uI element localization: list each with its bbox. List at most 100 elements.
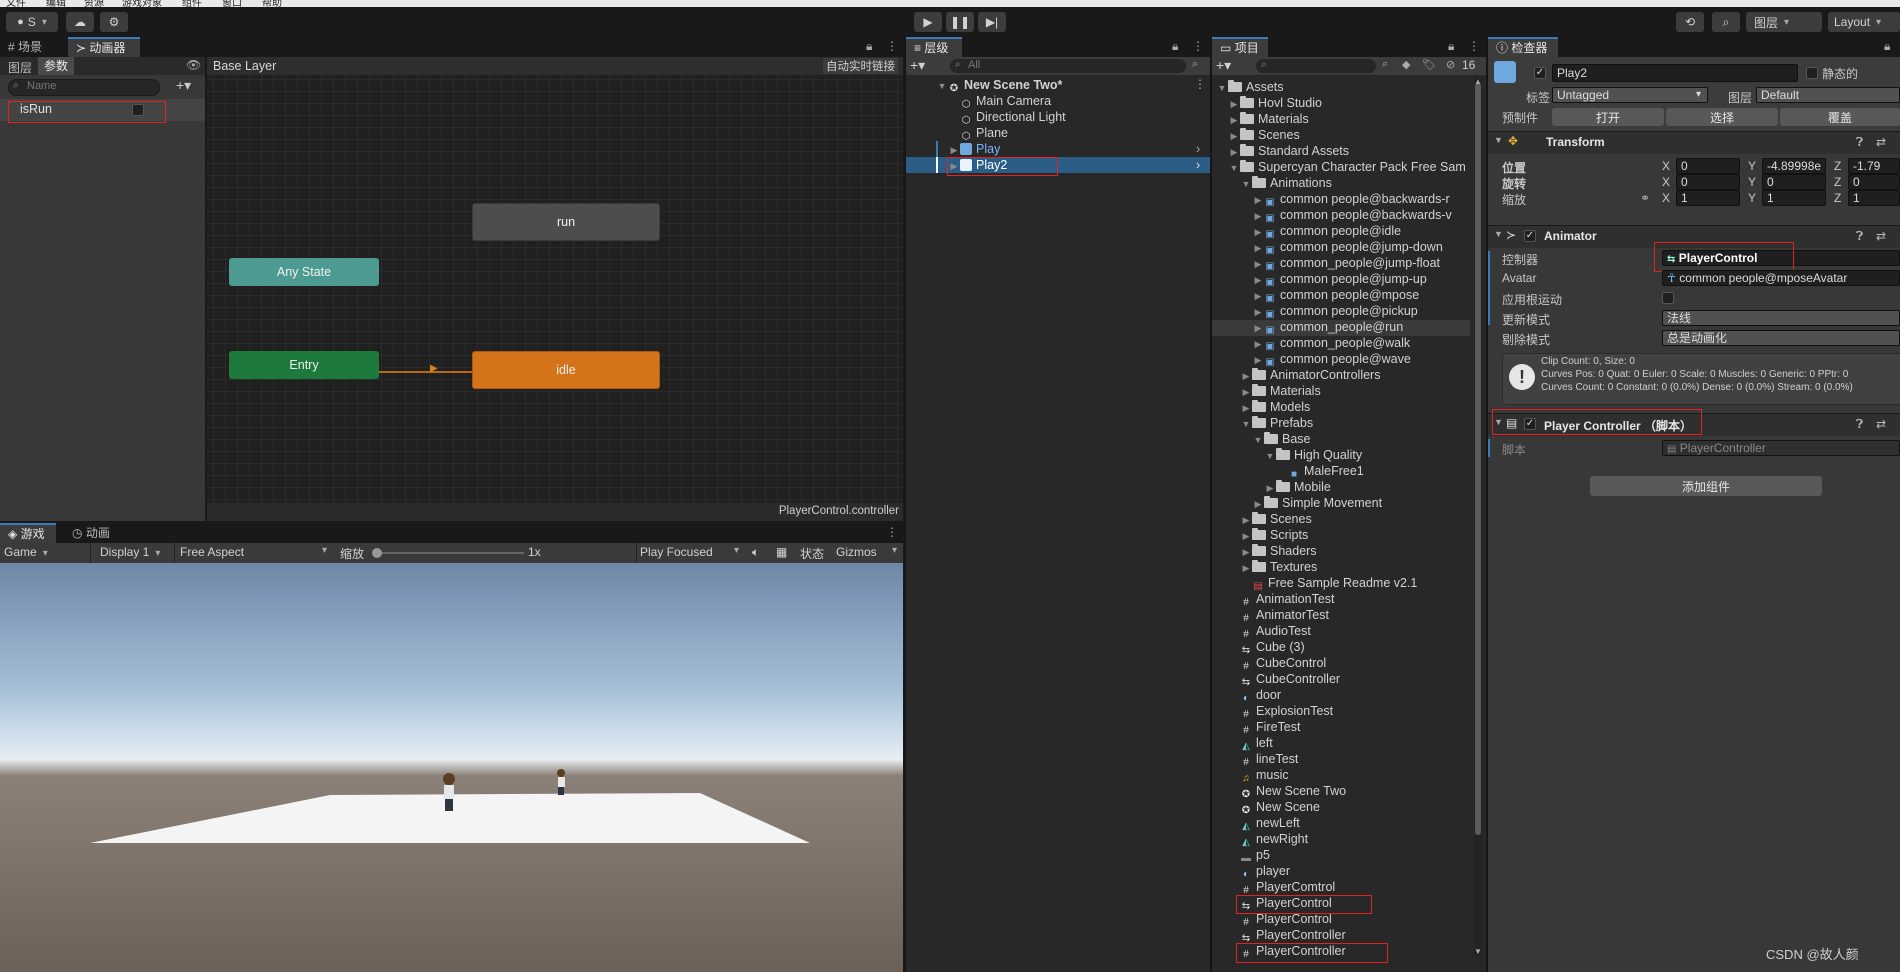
animator-enabled-checkbox[interactable]: ✓ <box>1524 230 1536 242</box>
project-item[interactable]: ▶ Scenes <box>1228 127 1300 143</box>
search-by-label-icon[interactable]: ◆ <box>1402 58 1410 71</box>
collapse-arrow-icon[interactable]: ▶ <box>1252 320 1264 336</box>
animator-graph[interactable]: Base Layer 自动实时链接 run Any State Entry ▶ … <box>207 57 903 521</box>
help-icon[interactable]: ❓︎ <box>1856 417 1863 432</box>
hierarchy-item-play2[interactable]: ▶ Play2 › <box>948 157 1208 173</box>
chevron-right-icon[interactable]: › <box>1196 141 1200 157</box>
play-button[interactable]: ▶ <box>914 12 942 32</box>
project-item[interactable]: # ExplosionTest <box>1228 703 1333 720</box>
project-item[interactable]: ▼ Assets <box>1216 79 1284 95</box>
tab-project[interactable]: ▭ 项目 <box>1212 37 1268 57</box>
collapse-arrow-icon[interactable]: ▶ <box>1252 336 1264 352</box>
tab-hierarchy[interactable]: ≡ 层级 <box>906 37 962 57</box>
collapse-arrow-icon[interactable]: ▶ <box>1240 384 1252 400</box>
tab-animator[interactable]: ≻ 动画器 <box>68 37 140 57</box>
project-item[interactable]: ◭ newLeft <box>1228 815 1300 832</box>
project-item[interactable]: ▶ Materials <box>1228 111 1309 127</box>
project-item[interactable]: ⇆ PlayerControl <box>1228 895 1332 912</box>
project-item[interactable]: # FireTest <box>1228 719 1300 736</box>
project-scrollbar[interactable] <box>1474 77 1482 957</box>
collapse-arrow-icon[interactable]: ▼ <box>1494 417 1503 427</box>
player-controller-header[interactable]: ▼ ▤ ✓ Player Controller （脚本） ❓︎ ⇄ <box>1488 413 1900 436</box>
project-item[interactable]: ▶ ▣ common_people@walk <box>1252 335 1411 352</box>
state-any-state[interactable]: Any State <box>229 258 379 286</box>
account-button[interactable]: ● S <box>6 12 58 32</box>
hierarchy-item-play[interactable]: ▶ Play › <box>948 141 1208 157</box>
project-item[interactable]: ◐ player <box>1228 863 1290 880</box>
project-item[interactable]: ▤ Free Sample Readme v2.1 <box>1240 575 1417 592</box>
scale-x-field[interactable]: 1 <box>1676 190 1740 206</box>
aspect-dropdown[interactable]: Free Aspect ▾ <box>180 545 330 559</box>
project-item[interactable]: ⇆ Cube (3) <box>1228 639 1305 656</box>
tab-animation[interactable]: ◷ 动画 <box>64 523 124 543</box>
character-play[interactable] <box>442 773 456 813</box>
project-item[interactable]: ▶ ▣ common people@mpose <box>1252 287 1420 304</box>
expand-arrow-icon[interactable]: ▼ <box>1240 176 1252 192</box>
collapse-arrow-icon[interactable]: ▶ <box>1264 480 1276 496</box>
more-menu-icon[interactable]: ⋮ <box>1468 39 1480 53</box>
tab-game[interactable]: ◈ 游戏 <box>0 523 56 543</box>
project-item[interactable]: ◭ newRight <box>1228 831 1308 848</box>
lock-icon[interactable]: 🔒︎ <box>1172 39 1178 54</box>
state-idle[interactable]: idle <box>472 351 660 389</box>
scroll-down-icon[interactable]: ▼ <box>1474 947 1482 956</box>
state-entry[interactable]: Entry <box>229 351 379 379</box>
project-item[interactable]: ▶ ▣ common people@jump-down <box>1252 239 1443 256</box>
layers-dropdown[interactable]: 图层 <box>1746 12 1822 32</box>
collapse-arrow-icon[interactable]: ▶ <box>1228 112 1240 128</box>
expand-arrow-icon[interactable]: ▼ <box>1228 160 1240 176</box>
hierarchy-item-plane[interactable]: ⬡ Plane <box>960 125 1008 142</box>
project-item[interactable]: # AnimationTest <box>1228 591 1334 608</box>
culling-mode-dropdown[interactable]: 总是动画化 <box>1662 330 1900 346</box>
project-item[interactable]: ▶ Scripts <box>1240 527 1308 543</box>
project-item[interactable]: ✪ New Scene Two <box>1228 783 1346 800</box>
stats-button[interactable]: 状态 <box>800 545 824 562</box>
expand-arrow-icon[interactable]: ▼ <box>1240 416 1252 432</box>
more-menu-icon[interactable]: ⋮ <box>886 525 898 539</box>
parameter-bool-checkbox[interactable] <box>132 104 144 116</box>
project-item[interactable]: ▶ Hovl Studio <box>1228 95 1322 111</box>
expand-arrow-icon[interactable]: ▼ <box>1252 432 1264 448</box>
avatar-field[interactable]: ☥ common people@mposeAvatar <box>1662 270 1900 286</box>
project-item[interactable]: ▶ Textures <box>1240 559 1317 575</box>
expand-arrow-icon[interactable]: ▼ <box>1264 448 1276 464</box>
project-item[interactable]: # AudioTest <box>1228 623 1311 640</box>
project-item[interactable]: ⇆ CubeController <box>1228 671 1340 688</box>
position-y-field[interactable]: -4.89998e <box>1762 158 1826 174</box>
prefab-open-button[interactable]: 打开 <box>1552 108 1664 126</box>
lock-icon[interactable]: 🔒︎ <box>1884 39 1890 54</box>
project-item[interactable]: ♫ music <box>1228 767 1288 784</box>
transform-header[interactable]: ▼ ✥ Transform ❓︎ ⇄ <box>1488 131 1900 154</box>
breadcrumb-base-layer[interactable]: Base Layer <box>213 59 276 73</box>
create-button[interactable]: +▾ <box>910 57 925 74</box>
project-item[interactable]: ▬ p5 <box>1228 847 1270 864</box>
project-item[interactable]: ▼ High Quality <box>1264 447 1362 463</box>
cloud-icon[interactable]: ☁ <box>66 12 94 32</box>
project-item[interactable]: ■ MaleFree1 <box>1276 463 1364 480</box>
collapse-arrow-icon[interactable]: ▶ <box>1252 288 1264 304</box>
project-search-input[interactable]: ⌕ <box>1256 59 1376 73</box>
game-viewport[interactable] <box>0 563 903 972</box>
collapse-arrow-icon[interactable]: ▶ <box>1240 544 1252 560</box>
project-item[interactable]: ▶ Standard Assets <box>1228 143 1349 159</box>
add-component-button[interactable]: 添加组件 <box>1590 476 1822 496</box>
scene-root[interactable]: ▼ ✪ New Scene Two* <box>936 77 1206 94</box>
collapse-arrow-icon[interactable]: ▼ <box>1494 229 1503 239</box>
static-checkbox[interactable] <box>1806 67 1818 79</box>
subtab-parameters[interactable]: 参数 <box>38 57 75 75</box>
lock-icon[interactable]: 🔒︎ <box>866 39 872 54</box>
gizmos-dropdown[interactable]: Gizmos ▾ <box>836 545 900 559</box>
collab-icon[interactable]: ⚙ <box>100 12 128 32</box>
project-item[interactable]: # PlayerController <box>1228 943 1345 960</box>
update-mode-dropdown[interactable]: 法线 <box>1662 310 1900 326</box>
collapse-arrow-icon[interactable]: ▶ <box>1240 368 1252 384</box>
display-dropdown[interactable]: Display 1 <box>100 545 174 559</box>
project-item[interactable]: ▼ Animations <box>1240 175 1332 191</box>
scale-slider-handle[interactable] <box>372 548 382 558</box>
project-item[interactable]: ▶ ▣ common people@idle <box>1252 223 1402 240</box>
grid-icon[interactable]: ▦ <box>776 545 787 559</box>
history-icon[interactable]: ⟲ <box>1676 12 1704 32</box>
tag-icon[interactable]: 🏷︎ <box>1422 58 1436 71</box>
project-item[interactable]: # AnimatorTest <box>1228 607 1329 624</box>
parameter-row[interactable]: isRun <box>0 99 205 121</box>
